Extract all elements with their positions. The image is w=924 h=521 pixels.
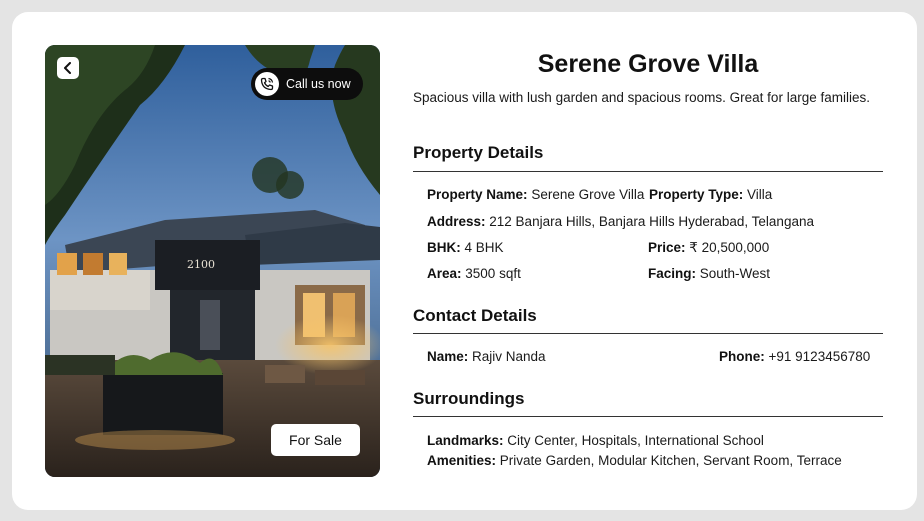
property-type-value: Villa [747, 187, 773, 202]
phone-call-icon [255, 72, 279, 96]
divider [413, 171, 883, 172]
address-row: Address: 212 Banjara Hills, Banjara Hill… [427, 214, 814, 229]
address-label: Address: [427, 214, 486, 229]
bhk-value: 4 BHK [464, 240, 504, 255]
contact-phone-value[interactable]: +91 9123456780 [769, 349, 871, 364]
contact-phone-label: Phone: [719, 349, 765, 364]
facing-value: South-West [699, 266, 771, 281]
area-row: Area: 3500 sqft [427, 266, 521, 281]
landmarks-value: City Center, Hospitals, International Sc… [507, 433, 764, 448]
property-description: Spacious villa with lush garden and spac… [413, 90, 870, 105]
price-label: Price: [648, 240, 686, 255]
bhk-label: BHK: [427, 240, 461, 255]
back-button[interactable] [57, 57, 79, 79]
building-sign: 2100 [187, 258, 215, 271]
for-sale-button[interactable]: For Sale [271, 424, 360, 456]
price-value: ₹ 20,500,000 [689, 240, 770, 255]
landmarks-row: Landmarks: City Center, Hospitals, Inter… [427, 433, 764, 448]
property-name-value: Serene Grove Villa [531, 187, 645, 202]
call-us-button[interactable]: Call us now [251, 68, 363, 100]
price-row: Price: ₹ 20,500,000 [648, 240, 769, 256]
property-name-row: Property Name: Serene Grove Villa [427, 187, 644, 202]
divider [413, 416, 883, 417]
facing-label: Facing: [648, 266, 697, 281]
villa-image: 2100 [45, 45, 380, 477]
amenities-row: Amenities: Private Garden, Modular Kitch… [427, 453, 842, 468]
property-name-label: Property Name: [427, 187, 528, 202]
call-us-label: Call us now [286, 77, 351, 91]
amenities-label: Amenities: [427, 453, 497, 468]
contact-details-heading: Contact Details [413, 306, 537, 325]
contact-name-value: Rajiv Nanda [472, 349, 546, 364]
property-details-heading: Property Details [413, 143, 544, 162]
surroundings-heading: Surroundings [413, 389, 525, 408]
chevron-left-icon [63, 62, 73, 74]
property-type-label: Property Type: [649, 187, 744, 202]
property-photo: 2100 Call us now For Sale [45, 45, 380, 477]
landmarks-label: Landmarks: [427, 433, 504, 448]
address-value: 212 Banjara Hills, Banjara Hills Hyderab… [489, 214, 814, 229]
area-label: Area: [427, 266, 462, 281]
divider [413, 333, 883, 334]
property-card: 2100 Call us now For Sale Serene Grove V… [12, 12, 917, 510]
facing-row: Facing: South-West [648, 266, 770, 281]
property-title: Serene Grove Villa [537, 50, 759, 78]
amenities-value: Private Garden, Modular Kitchen, Servant… [499, 453, 842, 468]
contact-name-row: Name: Rajiv Nanda [427, 349, 546, 364]
contact-name-label: Name: [427, 349, 469, 364]
contact-phone-row: Phone: +91 9123456780 [719, 349, 870, 364]
bhk-row: BHK: 4 BHK [427, 240, 504, 255]
property-type-row: Property Type: Villa [649, 187, 772, 202]
area-value: 3500 sqft [465, 266, 521, 281]
